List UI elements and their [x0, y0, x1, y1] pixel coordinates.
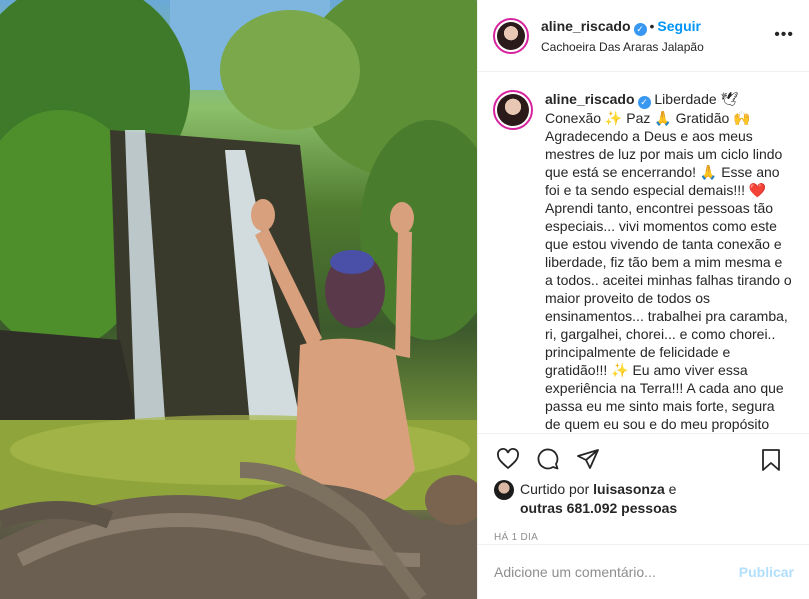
likes-summary: Curtido por luisasonza e outras 681.092 …: [494, 480, 793, 518]
likes-conj: e: [668, 481, 677, 497]
follow-button[interactable]: Seguir: [657, 18, 701, 34]
liker-avatar[interactable]: [494, 480, 514, 500]
post-photo[interactable]: [0, 0, 477, 599]
post-header: aline_riscado ✓ • Seguir Cachoeira Das Arar…: [478, 0, 809, 72]
post-side-panel: aline_riscado ✓ • Seguir Cachoeira Das Arar…: [477, 0, 809, 599]
verified-badge-icon: ✓: [633, 22, 647, 36]
likes-count[interactable]: outras 681.092 pessoas: [520, 500, 677, 516]
post-location[interactable]: Cachoeira Das Araras Jalapão: [541, 40, 704, 54]
caption-username[interactable]: aline_riscado: [545, 91, 635, 107]
separator-dot: •: [649, 17, 655, 34]
bookmark-icon[interactable]: [757, 446, 785, 474]
likes-prefix: Curtido por: [520, 481, 590, 497]
caption-text: Liberdade 🕊 Conexão ✨ Paz 🙏 Gratidão 🙌 A…: [545, 91, 792, 432]
caption-text-block: aline_riscado ✓ Liberdade 🕊 Conexão ✨ Paz…: [545, 90, 793, 433]
more-options-icon[interactable]: •••: [774, 26, 794, 44]
comment-input[interactable]: [494, 564, 739, 580]
heart-icon[interactable]: [494, 445, 522, 473]
liker-username[interactable]: luisasonza: [593, 481, 665, 497]
caption-avatar[interactable]: [493, 90, 533, 130]
post-timestamp[interactable]: HÁ 1 DIA: [494, 532, 793, 543]
add-comment-bar: Publicar: [478, 544, 809, 599]
verified-badge-icon: ✓: [637, 96, 651, 109]
publish-button[interactable]: Publicar: [739, 564, 794, 580]
author-username[interactable]: aline_riscado: [541, 18, 631, 34]
comment-icon[interactable]: [534, 445, 562, 473]
author-avatar[interactable]: [493, 17, 529, 54]
caption-area: aline_riscado ✓ Liberdade 🕊 Conexão ✨ Paz…: [478, 72, 809, 433]
waterfall-scene: [0, 0, 477, 599]
share-icon[interactable]: [574, 445, 602, 473]
